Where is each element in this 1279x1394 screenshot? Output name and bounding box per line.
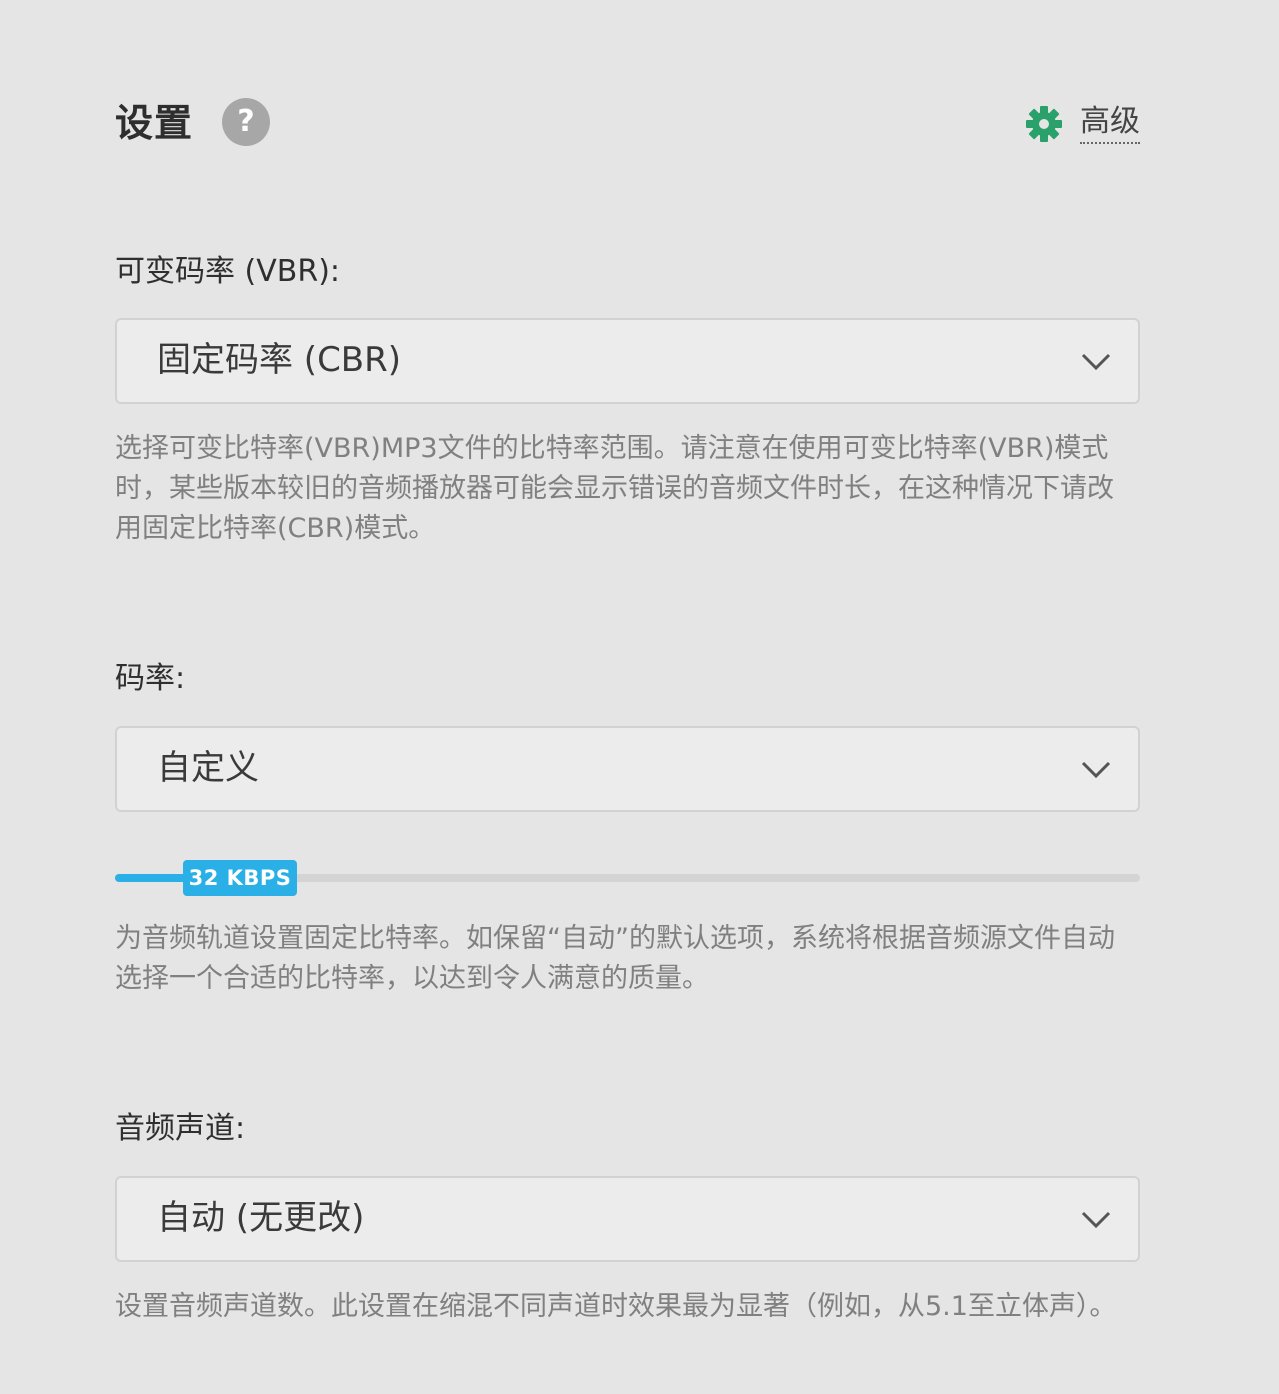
help-icon[interactable]: ? [222,98,270,146]
bitrate-select-value: 自定义 [157,748,259,788]
advanced-label: 高级 [1080,104,1140,144]
vbr-label: 可变码率 (VBR): [115,254,340,289]
slider-thumb[interactable]: 32 KBPS [183,860,297,896]
bitrate-help-text: 为音频轨道设置固定比特率。如保留“自动”的默认选项，系统将根据音频源文件自动选择… [115,923,1115,994]
bitrate-select[interactable]: 自定义 [115,726,1140,812]
channels-select[interactable]: 自动 (无更改) [115,1176,1140,1262]
channels-select-value: 自动 (无更改) [157,1198,365,1238]
chevron-down-icon [1081,761,1111,779]
vbr-select-value: 固定码率 (CBR) [157,340,402,380]
vbr-select[interactable]: 固定码率 (CBR) [115,318,1140,404]
channels-label: 音频声道: [115,1111,246,1146]
page-title: 设置 [115,101,194,145]
channels-help-text: 设置音频声道数。此设置在缩混不同声道时效果最为显著（例如，从5.1至立体声）。 [115,1291,1117,1322]
chevron-down-icon [1081,1211,1111,1229]
vbr-help-text: 选择可变比特率(VBR)MP3文件的比特率范围。请注意在使用可变比特率(VBR)… [115,433,1114,544]
chevron-down-icon [1081,353,1111,371]
gear-icon [1026,106,1062,142]
bitrate-slider[interactable]: 32 KBPS [115,860,1140,896]
advanced-button[interactable]: 高级 [1024,100,1140,148]
bitrate-label: 码率: [115,661,186,696]
settings-header: 设置 ? 高级 [115,92,1140,152]
